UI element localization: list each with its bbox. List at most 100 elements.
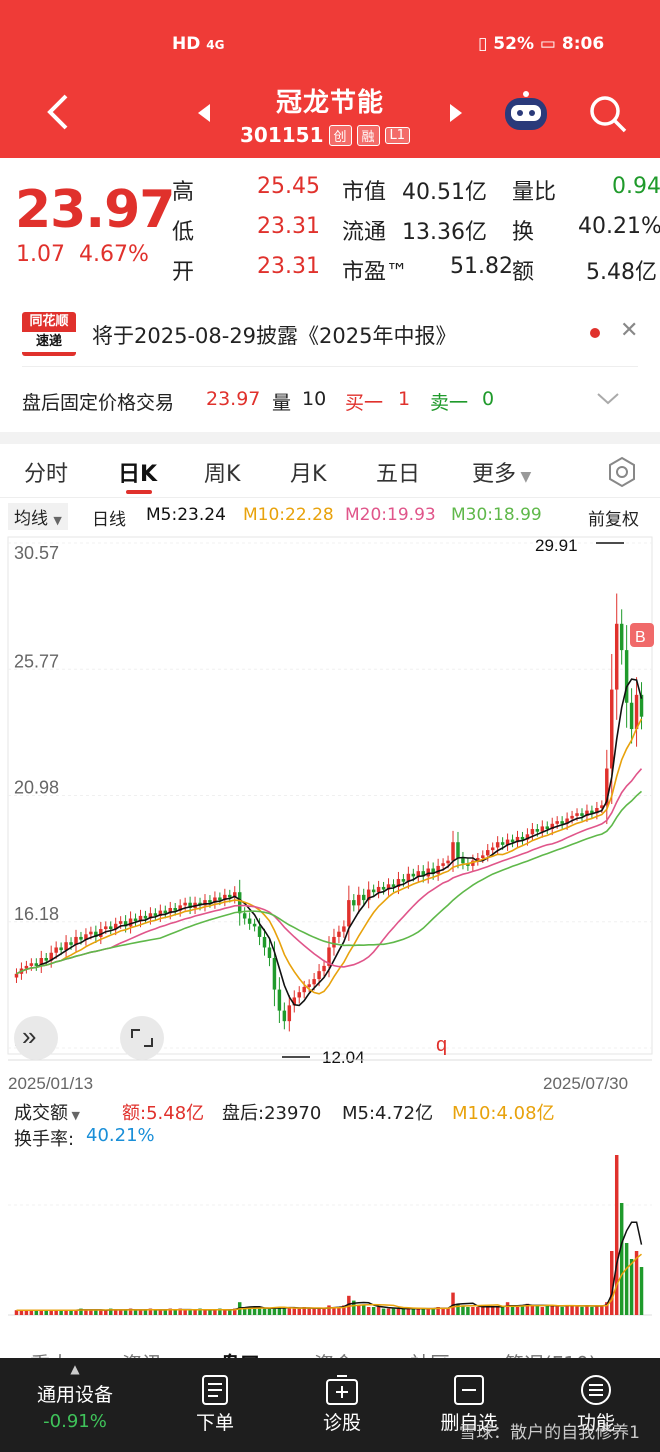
- candle-body: [580, 813, 584, 816]
- candle-body: [297, 992, 301, 998]
- volume-bar: [386, 1308, 391, 1315]
- sell1-value: 0: [482, 388, 495, 410]
- robot-assistant-icon[interactable]: [502, 90, 550, 134]
- candle-body: [461, 858, 465, 864]
- candle-body: [14, 973, 19, 978]
- volume-bar: [376, 1307, 381, 1315]
- y-tick-label: 30.57: [14, 543, 59, 563]
- candle-body: [282, 1010, 287, 1022]
- candle-body: [104, 926, 108, 930]
- volume-bar: [357, 1305, 361, 1315]
- candle-body: [500, 842, 505, 845]
- candle-body: [456, 842, 460, 858]
- candle-body: [54, 947, 58, 953]
- float-value: 13.36亿: [402, 220, 487, 245]
- y-tick-label: 20.98: [14, 778, 59, 798]
- candle-body: [59, 947, 63, 951]
- status-hd-4g: HD 4G: [172, 34, 225, 54]
- y-tick-label: 16.18: [14, 904, 59, 924]
- volume-bar: [595, 1305, 599, 1315]
- candle-body: [332, 936, 336, 948]
- ma-type-selector[interactable]: 均线 ▼: [8, 503, 68, 530]
- volume-bar: [600, 1305, 604, 1315]
- volume-bar: [307, 1308, 311, 1315]
- notice-bar[interactable]: 同花顺 速递 将于2025-08-29披露《2025年中报》 ✕: [0, 300, 660, 368]
- mktcap-label: 市值: [342, 180, 387, 205]
- candle-body: [619, 623, 624, 651]
- volume-bar: [173, 1310, 177, 1315]
- active-tab-indicator: [126, 490, 152, 494]
- order-icon: [202, 1375, 228, 1405]
- candle-body: [163, 910, 168, 914]
- candle-body: [44, 958, 48, 961]
- volume-bar: [292, 1308, 297, 1315]
- volume-bar: [213, 1310, 217, 1315]
- ma-legend: 均线 ▼ 日线 M5:23.24 M10:22.28 M20:19.93 M30…: [0, 503, 660, 531]
- volume-bar: [639, 1267, 644, 1315]
- remove-icon: [454, 1375, 484, 1405]
- high-label: 高: [172, 180, 195, 205]
- candle-body: [307, 984, 311, 987]
- candle-body: [242, 913, 247, 919]
- candle-body: [426, 868, 430, 877]
- battery-pct: 52%: [493, 34, 534, 54]
- after-hours-row[interactable]: 盘后固定价格交易 23.97 量 10 买一 1 卖一 0: [0, 368, 660, 432]
- app-header: HD 4G ▯ 52% ▭ 8:06 冠龙节能 301151 创 融 L1: [0, 0, 660, 158]
- tab-weekly-k[interactable]: 周K: [204, 456, 240, 488]
- candle-body: [108, 926, 113, 930]
- volume-bar: [327, 1305, 331, 1315]
- candle-body: [411, 873, 416, 877]
- candle-body: [441, 863, 445, 866]
- volume-bar: [381, 1308, 386, 1315]
- volume-bar: [361, 1305, 366, 1315]
- candle-body: [287, 1005, 292, 1022]
- sector-button[interactable]: ▲ 通用设备 -0.91%: [20, 1358, 130, 1432]
- volume-indicator-selector[interactable]: 成交额 ▼: [14, 1099, 80, 1125]
- diagnose-button[interactable]: 诊股: [287, 1358, 397, 1435]
- divider: [22, 366, 638, 367]
- volume-bar: [183, 1310, 187, 1315]
- candle-body: [69, 942, 73, 945]
- order-button[interactable]: 下单: [160, 1358, 270, 1435]
- volume-chart: [8, 1155, 652, 1316]
- ma-type: 均线: [14, 509, 48, 529]
- candle-body: [495, 842, 500, 848]
- candlestick-chart[interactable]: 30.5725.7720.9816.1811.3829.9112.04Bq202…: [0, 533, 660, 1093]
- volratio-label: 量比: [512, 180, 557, 205]
- candle-body: [481, 855, 485, 858]
- candle-body: [183, 902, 187, 906]
- tab-more[interactable]: 更多 ▼: [472, 456, 531, 488]
- candle-body: [361, 894, 366, 901]
- candle-body: [560, 821, 564, 824]
- x-start-label: 2025/01/13: [8, 1074, 93, 1093]
- tab-intraday[interactable]: 分时: [24, 456, 68, 488]
- volume-bar: [411, 1308, 416, 1315]
- close-icon[interactable]: ✕: [620, 318, 638, 343]
- search-icon[interactable]: [588, 94, 628, 134]
- volume-bar: [94, 1310, 98, 1315]
- tag-rong: 融: [356, 124, 380, 146]
- volume-bar: [476, 1307, 480, 1315]
- tab-five-day[interactable]: 五日: [376, 456, 420, 488]
- low-price-label: 12.04: [322, 1048, 365, 1067]
- volume-bar: [490, 1307, 495, 1315]
- volume-bar: [570, 1305, 574, 1315]
- volume-bar: [371, 1307, 376, 1315]
- tag-l1: L1: [384, 126, 411, 144]
- volume-bar: [466, 1307, 470, 1315]
- volume-bar: [575, 1305, 579, 1315]
- candle-body: [128, 918, 133, 927]
- chart-settings-icon[interactable]: [606, 456, 638, 488]
- adjust-mode[interactable]: 前复权: [588, 505, 639, 530]
- section-gap: [0, 432, 660, 444]
- volume-bar: [297, 1308, 301, 1315]
- volume-bar: [158, 1310, 163, 1315]
- tab-daily-k[interactable]: 日K: [118, 456, 157, 488]
- candle-body: [490, 847, 495, 851]
- chevron-down-icon[interactable]: [596, 392, 620, 406]
- tab-monthly-k[interactable]: 月K: [290, 456, 326, 488]
- ma-period: 日线: [92, 510, 126, 530]
- volume-bar: [267, 1308, 272, 1315]
- volume-bar: [585, 1305, 589, 1315]
- open-label: 开: [172, 260, 195, 285]
